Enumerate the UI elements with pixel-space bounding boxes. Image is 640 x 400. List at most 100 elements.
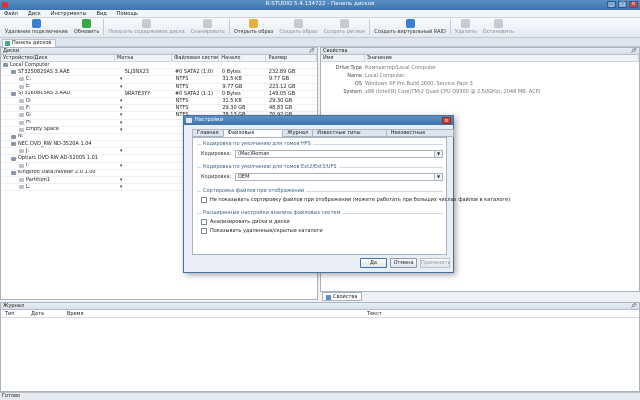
- document-tabstrip: Панель дисков: [0, 38, 640, 47]
- chevron-down-icon[interactable]: [116, 69, 123, 75]
- chevron-down-icon[interactable]: ▾: [117, 120, 124, 126]
- toolbar-button-1[interactable]: Обновить: [71, 18, 102, 36]
- drive-row[interactable]: F: ▾ NTFS 29.30 GB 48.83 GB: [1, 105, 317, 113]
- chevron-down-icon[interactable]: [116, 170, 123, 176]
- toolbar-button-6[interactable]: Создать регион: [321, 18, 369, 36]
- chevron-down-icon[interactable]: [116, 155, 123, 161]
- computer-icon: [3, 63, 8, 68]
- drive-start: 29.30 GB: [222, 105, 246, 112]
- dialog-tab-general[interactable]: Главная: [192, 129, 224, 137]
- col-value[interactable]: Значение: [365, 55, 639, 61]
- chevron-down-icon[interactable]: ▾: [117, 98, 124, 104]
- adv-checkbox-2-box[interactable]: [201, 228, 207, 234]
- chevron-down-icon[interactable]: ▾: [117, 76, 124, 82]
- adv-checkbox-2[interactable]: Показывать удаленные/скрытые каталоги: [201, 228, 323, 234]
- ext-encoding-value: OEM: [238, 174, 250, 180]
- dialog-tab-content: Кодировка по умолчанию для томов HFS Код…: [192, 137, 510, 255]
- dialog-tab-filesystems[interactable]: Файловые системы: [222, 129, 284, 143]
- chevron-down-icon[interactable]: ▾: [117, 177, 124, 183]
- col-fs[interactable]: Файловая система: [172, 55, 220, 61]
- menu-view[interactable]: Вид: [97, 11, 107, 17]
- adv-checkbox-1[interactable]: Анализировать диски и диски: [201, 219, 290, 225]
- col-label[interactable]: Метка: [115, 55, 173, 61]
- delete-icon: [31, 19, 41, 28]
- hfs-encoding-select[interactable]: (Mac)Roman ▼: [235, 150, 443, 158]
- chevron-down-icon[interactable]: ▾: [117, 105, 124, 111]
- toolbar-button-label: Обновить: [73, 29, 100, 35]
- dialog-tab-unknown-systems[interactable]: Неизвестные системы: [385, 129, 454, 143]
- maximize-button[interactable]: □: [618, 1, 627, 8]
- menu-help[interactable]: Помощь: [117, 11, 138, 17]
- col-text[interactable]: Текст: [363, 310, 382, 317]
- pin-icon[interactable]: 📌︎: [631, 303, 637, 310]
- col-type[interactable]: Тип: [1, 310, 27, 317]
- property-row[interactable]: Drive Type Компьютер/Local Computer: [321, 64, 639, 72]
- drive-row[interactable]: ST3160815AS 3.AAD 9RA7E3YY #0 SATA2 (1:1) 0…: [1, 91, 317, 98]
- minimize-button[interactable]: _: [607, 1, 616, 8]
- hard-disk-icon: [11, 134, 16, 139]
- pin-icon[interactable]: 📌︎: [631, 48, 637, 55]
- drive-row[interactable]: D: ▾ NTFS 31.5 KB 29.30 GB: [1, 98, 317, 106]
- close-button[interactable]: ×: [629, 1, 638, 8]
- sort-checkbox-box[interactable]: [201, 197, 207, 203]
- drive-row[interactable]: Local Computer: [1, 62, 317, 70]
- adv-checkbox-2-label: Показывать удаленные/скрытые каталоги: [210, 228, 323, 234]
- tab-properties[interactable]: Свойства: [322, 292, 363, 301]
- chevron-down-icon[interactable]: ▾: [117, 112, 124, 118]
- apply-button[interactable]: Применить: [420, 258, 450, 268]
- col-time[interactable]: Время: [63, 310, 363, 317]
- toolbar-button-2[interactable]: Показать содержимое диска: [105, 18, 187, 36]
- pin-icon[interactable]: 📌︎: [309, 48, 315, 55]
- property-row[interactable]: Name Local Computer: [321, 72, 639, 80]
- dialog-tab-known-file-types[interactable]: Известные типы файлов: [312, 129, 387, 143]
- menu-file[interactable]: Файл: [4, 11, 18, 17]
- chevron-down-icon[interactable]: ▾: [117, 184, 124, 190]
- dialog-tab-log[interactable]: Журнал: [282, 129, 314, 137]
- tab-drives-panel[interactable]: Панель дисков: [2, 39, 57, 47]
- chevron-down-icon[interactable]: ▾: [117, 84, 124, 90]
- drive-name: C:: [26, 76, 32, 82]
- cancel-button[interactable]: Отмена: [390, 258, 417, 268]
- col-size[interactable]: Размер: [266, 55, 317, 61]
- toolbar-button-5[interactable]: Создать образ: [276, 18, 320, 36]
- chevron-down-icon[interactable]: [116, 141, 123, 147]
- col-name[interactable]: Имя: [321, 55, 365, 61]
- ok-button[interactable]: Да: [360, 258, 387, 268]
- toolbar-button-0[interactable]: Удаление подключение: [2, 18, 71, 36]
- partition-icon: [19, 120, 24, 125]
- property-value: Компьютер/Local Computer: [365, 65, 437, 71]
- chevron-down-icon[interactable]: [115, 62, 122, 68]
- chevron-down-icon[interactable]: ▾: [117, 148, 124, 154]
- chevron-down-icon[interactable]: ▾: [117, 127, 124, 133]
- menu-drive[interactable]: Диск: [28, 11, 41, 17]
- toolbar-button-4[interactable]: Открыть образ: [231, 18, 276, 36]
- property-row[interactable]: System x86 (Intel(R) Core(TM)2 Quad CPU Q…: [321, 88, 639, 96]
- toolbar-button-3[interactable]: Сканировать: [188, 18, 228, 36]
- ext-encoding-select[interactable]: OEM ▼: [235, 173, 443, 181]
- drive-row[interactable]: C: ▾ NTFS 31.5 KB 9.77 GB: [1, 76, 317, 84]
- toolbar-button-8[interactable]: Удалить: [452, 18, 480, 36]
- sort-checkbox[interactable]: Не показывать сортировку файлов при отоб…: [201, 197, 510, 203]
- drive-name: N:: [18, 133, 24, 140]
- menu-tools[interactable]: Инструменты: [51, 11, 87, 17]
- scan-icon: [203, 19, 213, 28]
- col-date[interactable]: Дата: [27, 310, 63, 317]
- toolbar-button-9[interactable]: Остановить: [480, 18, 517, 36]
- drive-row[interactable]: E: ▾ NTFS 9.77 GB 223.12 GB: [1, 84, 317, 91]
- properties-tab-label: Свойства: [333, 294, 358, 300]
- drive-row[interactable]: ST3250820AS 3.AAE 5LJ3NX23 #0 SATA2 (1:0) 0…: [1, 69, 317, 77]
- chevron-down-icon[interactable]: ▾: [117, 163, 124, 169]
- col-device[interactable]: Устройство/Диск: [1, 55, 115, 61]
- adv-checkbox-1-box[interactable]: [201, 219, 207, 225]
- properties-column-headers: Имя Значение: [321, 55, 639, 62]
- group-advanced: Расширенные настройки анализа файловых с…: [197, 210, 443, 216]
- toolbar-button-7[interactable]: Создать виртуальный RAID: [371, 18, 449, 36]
- col-start[interactable]: Начало: [219, 55, 267, 61]
- chevron-down-icon[interactable]: [116, 134, 123, 140]
- drive-label: [124, 184, 174, 190]
- dialog-close-button[interactable]: ×: [442, 117, 451, 124]
- drives-panel-header: Диски 📌︎: [1, 48, 317, 55]
- property-row[interactable]: OS Windows XP Pro Build 2600, Service Pac…: [321, 80, 639, 88]
- window-titlebar: R-STUDIO 5.4.134722 - Панель дисков _ □ …: [0, 0, 640, 10]
- chevron-down-icon[interactable]: [116, 91, 123, 97]
